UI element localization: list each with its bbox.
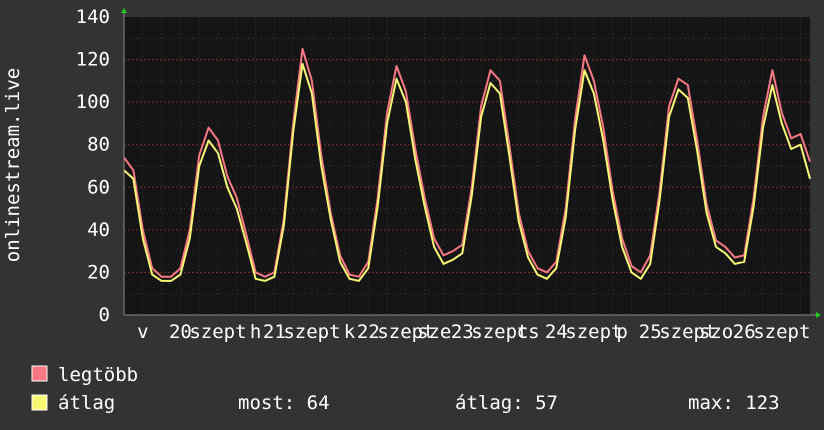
x-tick-label: szept xyxy=(565,321,622,343)
y-tick-label: 100 xyxy=(76,91,110,113)
y-tick-label: 140 xyxy=(76,6,110,28)
legend-swatch-max xyxy=(31,365,48,382)
x-tick-label: sze xyxy=(417,321,451,343)
y-tick-label: 20 xyxy=(87,261,110,283)
legend: legtöbb átlag most: 64 átlag: 57 max: 12… xyxy=(31,364,780,414)
x-axis-arrow xyxy=(816,312,821,318)
x-tick-label: szo xyxy=(699,321,733,343)
y-tick-label: 80 xyxy=(87,134,110,156)
legend-max-value: max: 123 xyxy=(688,392,780,414)
legend-now-value: most: 64 xyxy=(238,392,330,414)
legend-average-value: átlag: 57 xyxy=(455,392,558,414)
y-tick-label: 60 xyxy=(87,176,110,198)
x-tick-label: k xyxy=(344,321,356,343)
legend-label-max: legtöbb xyxy=(58,364,138,386)
x-tick-label: cs xyxy=(517,321,540,343)
y-axis-label: onlinestream.live xyxy=(2,68,24,262)
chart-root: 0 20 40 60 80 100 120 140 v 20 szept h 21 szept k 22 sze… xyxy=(0,0,824,430)
x-tick-label: szept xyxy=(283,321,340,343)
x-tick-label: szept xyxy=(753,321,810,343)
y-tick-label: 120 xyxy=(76,49,110,71)
x-tick-label: h xyxy=(250,321,261,343)
y-axis-arrow xyxy=(121,8,127,13)
x-tick-label: v xyxy=(137,321,148,343)
line-chart: 020406080100120140v 20szept h 21szept k 22sze… xyxy=(2,6,821,414)
x-tick-label: szept xyxy=(189,321,246,343)
y-tick-label: 0 xyxy=(99,304,110,326)
x-tick-label: p xyxy=(616,321,627,343)
y-tick-label: 40 xyxy=(87,219,110,241)
legend-swatch-avg xyxy=(31,394,48,411)
legend-label-avg: átlag xyxy=(58,392,115,414)
